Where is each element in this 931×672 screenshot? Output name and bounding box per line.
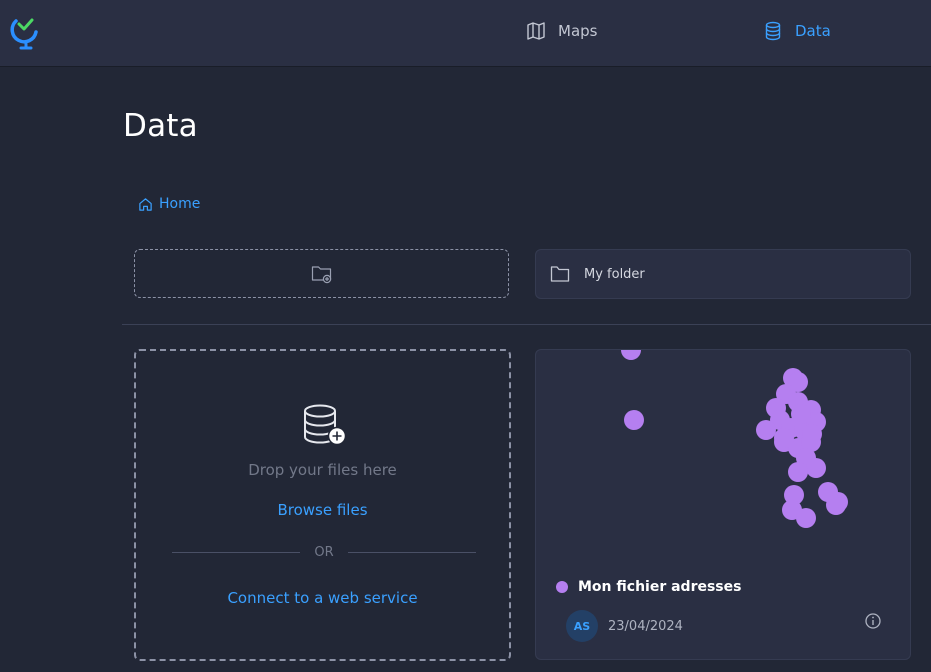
- or-separator: OR: [172, 545, 477, 560]
- new-folder-button[interactable]: [134, 249, 509, 298]
- breadcrumb-home-label: Home: [159, 196, 201, 212]
- map-point: [624, 410, 644, 430]
- map-point: [826, 495, 846, 515]
- dataset-date: 23/04/2024: [608, 618, 683, 634]
- folder-card[interactable]: My folder: [535, 249, 911, 299]
- map-point: [796, 508, 816, 528]
- map-point: [802, 424, 822, 444]
- map-point: [774, 428, 794, 448]
- map-points: [621, 350, 848, 528]
- map-point: [791, 404, 811, 424]
- home-icon: [139, 197, 152, 211]
- nav-data[interactable]: Data: [763, 20, 831, 42]
- or-line-left: [172, 552, 301, 553]
- map-point: [621, 350, 641, 360]
- breadcrumb-home[interactable]: Home: [138, 196, 200, 212]
- nav-maps-label: Maps: [558, 22, 598, 40]
- map-point: [756, 420, 776, 440]
- map-point: [806, 458, 826, 478]
- folder-name: My folder: [584, 266, 645, 282]
- map-icon: [527, 22, 545, 40]
- nav-maps[interactable]: Maps: [526, 20, 597, 42]
- connect-web-service-link[interactable]: Connect to a web service: [136, 589, 509, 607]
- file-dropzone[interactable]: Drop your files here Browse files OR Con…: [134, 349, 511, 661]
- map-preview: [621, 350, 848, 528]
- dataset-name: Mon fichier adresses: [578, 579, 742, 595]
- dataset-title-row: Mon fichier adresses: [556, 579, 741, 595]
- dataset-color-dot: [556, 581, 568, 593]
- owner-avatar: AS: [566, 610, 598, 642]
- section-divider: [122, 324, 931, 325]
- map-point: [788, 462, 808, 482]
- top-navigation-bar: Maps Data: [0, 0, 931, 66]
- folder-add-icon: [311, 265, 331, 283]
- info-icon[interactable]: [864, 612, 882, 630]
- folder-icon: [550, 266, 570, 282]
- database-upload-icon: [304, 404, 347, 446]
- browse-files-link[interactable]: Browse files: [136, 501, 509, 519]
- or-label: OR: [314, 545, 334, 560]
- nav-data-label: Data: [795, 22, 831, 40]
- database-icon: [765, 21, 781, 41]
- dataset-meta-row: AS 23/04/2024: [566, 610, 683, 642]
- or-line-right: [347, 552, 477, 553]
- dataset-card[interactable]: Mon fichier adresses AS 23/04/2024: [535, 349, 911, 660]
- logo-icon[interactable]: [10, 12, 42, 50]
- page-title: Data: [123, 108, 198, 144]
- drop-text: Drop your files here: [248, 461, 397, 479]
